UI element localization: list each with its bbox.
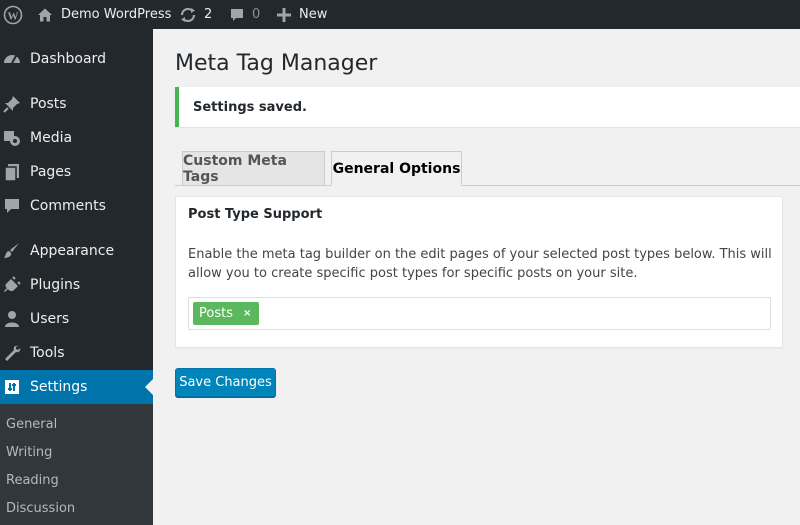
submenu-item-writing[interactable]: Writing [6, 445, 52, 460]
site-name-link[interactable]: Demo WordPress [37, 0, 171, 29]
post-type-support-panel: Post Type Support Enable the meta tag bu… [175, 196, 783, 348]
sidebar-item-plugins[interactable]: Plugins [0, 268, 153, 302]
media-icon [2, 128, 22, 148]
sidebar-item-comments[interactable]: Comments [0, 189, 153, 223]
sidebar-item-pages[interactable]: Pages [0, 155, 153, 189]
updates-count: 2 [204, 7, 213, 22]
comment-icon [2, 196, 22, 216]
sidebar-item-label: Tools [30, 345, 65, 361]
user-icon [2, 309, 22, 329]
settings-icon [2, 377, 22, 397]
new-content-link[interactable]: New [277, 0, 327, 29]
sidebar-item-label: Posts [30, 96, 67, 112]
page-title: Meta Tag Manager [175, 51, 378, 76]
sidebar-item-label: Dashboard [30, 51, 106, 67]
panel-title: Post Type Support [188, 207, 323, 222]
sidebar-item-users[interactable]: Users [0, 302, 153, 336]
comment-bubble-icon [231, 8, 243, 21]
pages-icon [2, 162, 22, 182]
sidebar-item-posts[interactable]: Posts [0, 87, 153, 121]
new-label: New [299, 7, 328, 22]
sidebar-item-label: Plugins [30, 277, 81, 293]
wrench-icon [2, 343, 22, 363]
post-type-select[interactable]: Posts × [188, 297, 771, 330]
panel-description: Enable the meta tag builder on the edit … [188, 247, 772, 281]
home-icon [38, 8, 52, 21]
sidebar-item-label: Appearance [30, 243, 115, 259]
tag-label: Posts [199, 306, 233, 321]
submenu-item-reading[interactable]: Reading [6, 473, 59, 488]
save-changes-button[interactable]: Save Changes [175, 368, 276, 397]
notice-text: Settings saved. [193, 99, 307, 115]
brush-icon [2, 241, 22, 261]
plus-icon [277, 7, 291, 22]
tab-general-options[interactable]: General Options [331, 151, 462, 186]
sidebar-item-dashboard[interactable]: Dashboard [0, 42, 153, 76]
svg-text:W: W [8, 10, 19, 22]
sidebar-item-label: Settings [30, 379, 88, 395]
tag-remove-button[interactable]: × [243, 308, 251, 319]
dashboard-icon [2, 49, 22, 69]
settings-submenu: General Writing Reading Discussion [0, 404, 153, 525]
comments-link[interactable]: 0 [229, 0, 260, 29]
site-name: Demo WordPress [61, 7, 172, 22]
submenu-item-general[interactable]: General [6, 417, 57, 432]
tab-custom-meta-tags[interactable]: Custom Meta Tags [182, 151, 325, 186]
sidebar-item-tools[interactable]: Tools [0, 336, 153, 370]
sidebar-item-media[interactable]: Media [0, 121, 153, 155]
pin-icon [2, 94, 22, 114]
admin-bar: W Demo WordPress 2 0 New [0, 0, 800, 29]
admin-sidebar: Dashboard Posts Media Pages Comments App… [0, 29, 153, 525]
sidebar-item-settings[interactable]: Settings [0, 370, 153, 404]
sidebar-item-label: Users [30, 311, 70, 327]
settings-saved-notice: Settings saved. [175, 87, 800, 127]
wordpress-logo-icon: W [3, 5, 23, 24]
sidebar-item-appearance[interactable]: Appearance [0, 234, 153, 268]
selected-tag-posts: Posts × [193, 302, 260, 325]
sidebar-item-label: Comments [30, 198, 106, 214]
sidebar-item-label: Pages [30, 164, 72, 180]
submenu-item-discussion[interactable]: Discussion [6, 501, 75, 516]
plugin-icon [2, 275, 22, 295]
sidebar-item-label: Media [30, 130, 73, 146]
updates-icon [180, 7, 196, 22]
wordpress-logo-button[interactable]: W [0, 0, 26, 29]
comments-count: 0 [252, 7, 261, 22]
updates-link[interactable]: 2 [179, 0, 212, 29]
